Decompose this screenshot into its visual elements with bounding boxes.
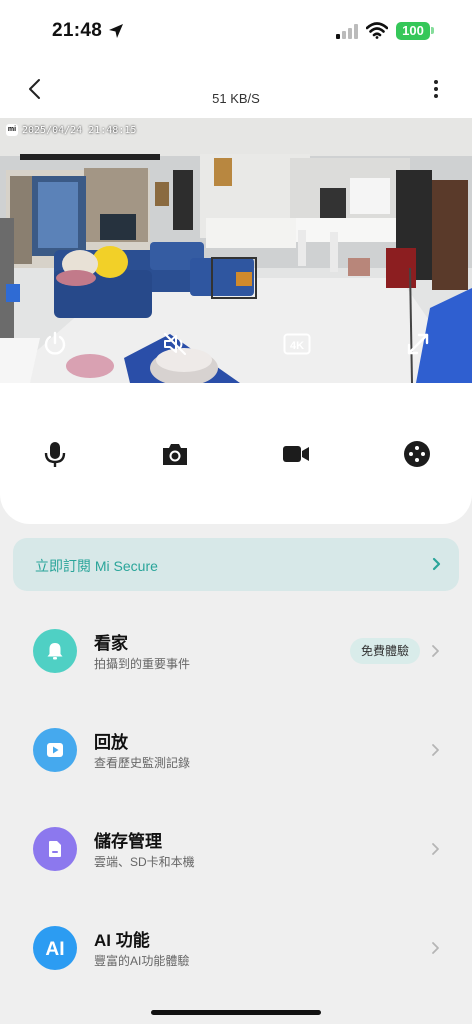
storage-icon bbox=[49, 841, 61, 857]
item-title: 回放 bbox=[94, 733, 128, 752]
4k-icon: 4K bbox=[283, 333, 311, 355]
power-icon bbox=[44, 331, 66, 355]
location-arrow-icon bbox=[109, 24, 123, 38]
item-title: AI 功能 bbox=[94, 931, 150, 950]
ai-icon-text: AI bbox=[45, 939, 64, 960]
subscribe-label: 立即訂閱 Mi Secure bbox=[35, 558, 158, 574]
item-subtitle: 查看歷史監測記錄 bbox=[94, 756, 191, 770]
more-controls-button[interactable] bbox=[402, 439, 432, 469]
camera-feed[interactable]: mi 2025/04/24 21:48:15 4K bbox=[0, 118, 472, 383]
more-options-icon[interactable] bbox=[428, 78, 444, 100]
bell-icon bbox=[47, 643, 63, 660]
page-title: 51 KB/S bbox=[212, 91, 260, 106]
chevron-right-icon bbox=[432, 942, 439, 954]
chevron-right-icon bbox=[432, 645, 439, 657]
battery-tip bbox=[431, 27, 434, 34]
ai-icon: AI bbox=[45, 939, 64, 960]
ai-icon-circle: AI bbox=[33, 926, 77, 970]
timestamp-text: 2025/04/24 21:48:15 bbox=[22, 124, 137, 136]
speaker-muted-icon bbox=[163, 332, 187, 356]
quality-label: 4K bbox=[290, 340, 304, 352]
chevron-right-icon bbox=[432, 744, 439, 756]
cellular-signal-icon bbox=[336, 24, 358, 39]
snapshot-button[interactable] bbox=[160, 439, 190, 469]
talk-button[interactable] bbox=[40, 439, 70, 469]
menu-item-guard[interactable]: 看家 拍攝到的重要事件 免費體驗 bbox=[0, 614, 472, 686]
record-button[interactable] bbox=[281, 439, 311, 469]
camera-icon bbox=[163, 444, 187, 465]
power-button[interactable] bbox=[41, 330, 69, 358]
chevron-right-icon bbox=[432, 843, 439, 855]
expand-icon bbox=[407, 333, 429, 355]
item-subtitle: 雲端、SD卡和本機 bbox=[94, 855, 195, 869]
control-panel bbox=[0, 383, 472, 524]
menu-item-storage[interactable]: 儲存管理 雲端、SD卡和本機 bbox=[0, 812, 472, 884]
top-nav: 51 KB/S bbox=[0, 60, 472, 118]
menu-item-playback[interactable]: 回放 查看歷史監測記錄 bbox=[0, 713, 472, 785]
mute-button[interactable] bbox=[161, 330, 189, 358]
fullscreen-button[interactable] bbox=[404, 330, 432, 358]
play-icon bbox=[47, 743, 63, 757]
home-indicator[interactable] bbox=[151, 1010, 321, 1015]
storage-icon-circle bbox=[33, 827, 77, 871]
status-bar: 21:48 100 bbox=[0, 0, 472, 60]
video-timestamp: mi 2025/04/24 21:48:15 bbox=[6, 124, 136, 136]
playback-icon-circle bbox=[33, 728, 77, 772]
item-subtitle: 拍攝到的重要事件 bbox=[94, 657, 191, 671]
more-dots-icon bbox=[404, 441, 430, 467]
chevron-right-icon bbox=[432, 557, 441, 571]
battery-indicator: 100 bbox=[396, 22, 430, 40]
subscribe-banner[interactable]: 立即訂閱 Mi Secure bbox=[13, 538, 459, 591]
microphone-icon bbox=[44, 442, 66, 467]
guard-icon-circle bbox=[33, 629, 77, 673]
free-trial-badge[interactable]: 免費體驗 bbox=[350, 638, 420, 664]
quality-button[interactable]: 4K bbox=[283, 330, 311, 358]
item-title: 儲存管理 bbox=[94, 832, 162, 851]
status-time: 21:48 bbox=[52, 20, 103, 41]
living-room-scene bbox=[0, 118, 472, 383]
mi-logo: mi bbox=[6, 124, 18, 136]
item-subtitle: 豐富的AI功能體驗 bbox=[94, 954, 190, 968]
wifi-icon bbox=[366, 22, 388, 39]
item-title: 看家 bbox=[94, 634, 128, 653]
menu-item-ai[interactable]: AI AI 功能 豐富的AI功能體驗 bbox=[0, 911, 472, 983]
video-record-icon bbox=[283, 446, 309, 462]
